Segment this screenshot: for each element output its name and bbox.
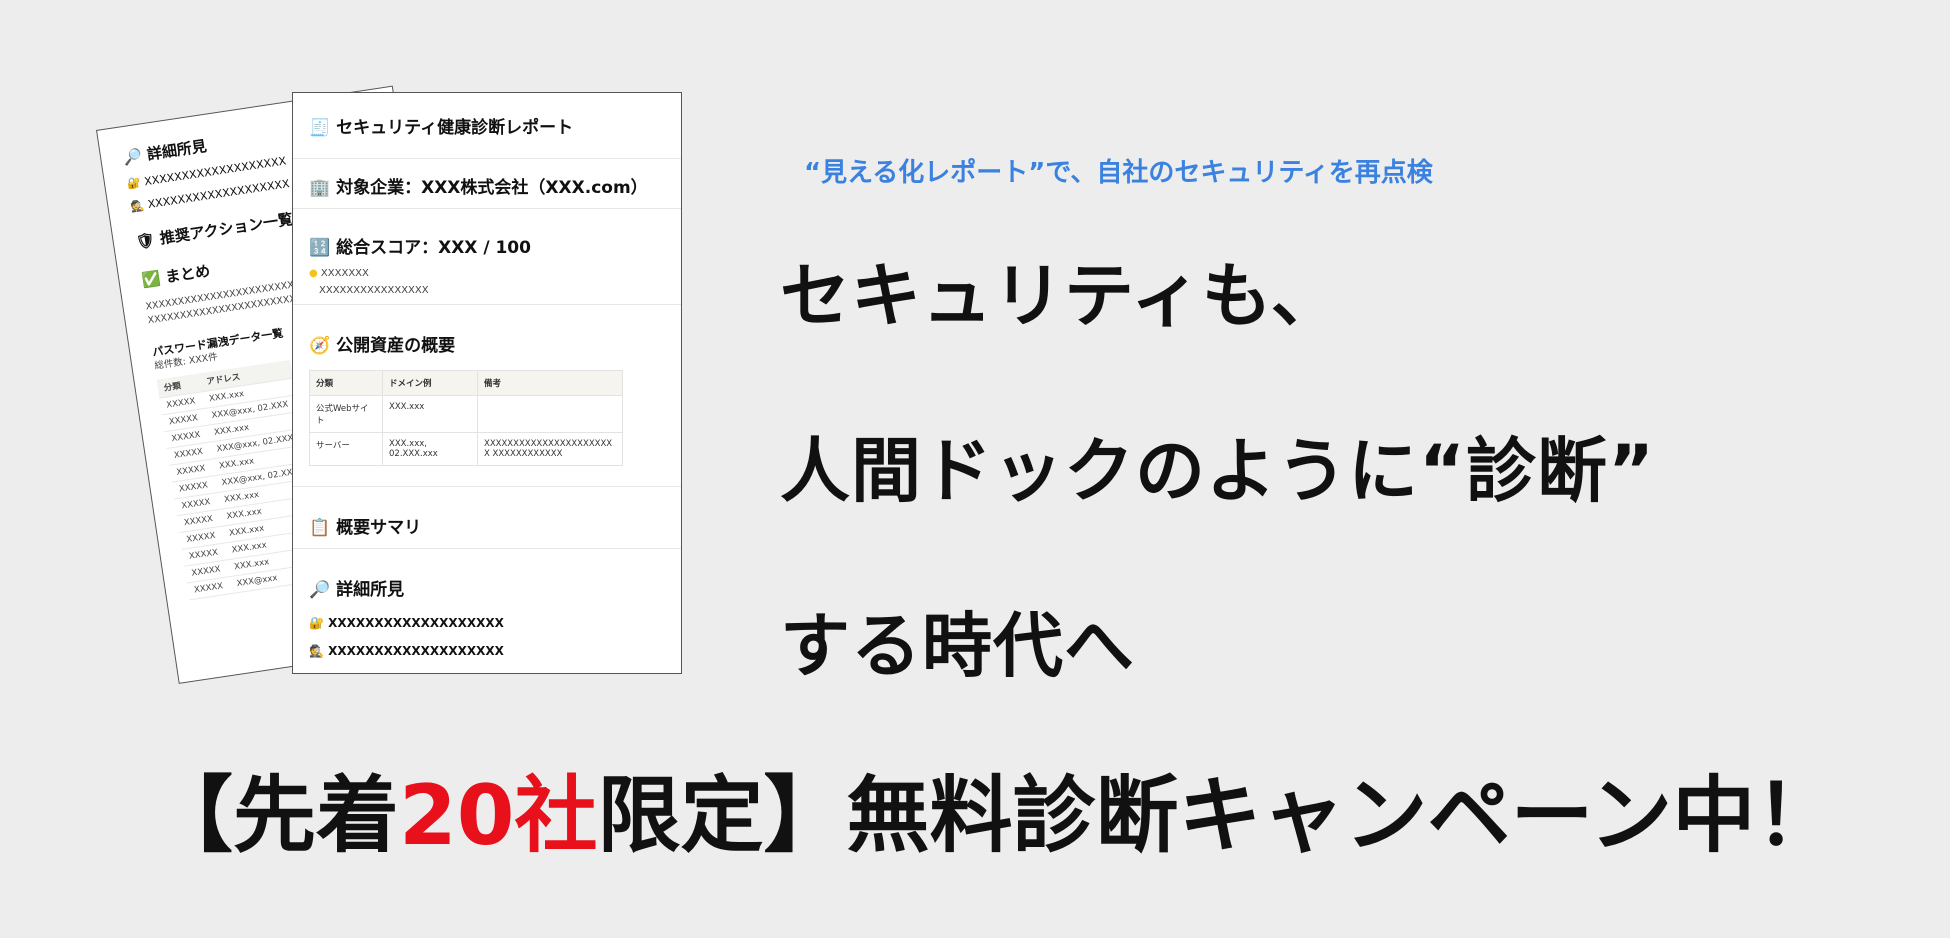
assets-section: 🧭 公開資産の概要 分類 ドメイン例 備考 公式Webサイト XXX.xxx サ… — [293, 305, 681, 487]
detail-item: 🕵 XXXXXXXXXXXXXXXXXXX — [309, 644, 504, 658]
report-preview-front: 🧾 セキュリティ健康診断レポート 🏢 対象企業：XXX株式会社（XXX.com）… — [292, 92, 682, 674]
score-detail: XXXXXXXXXXXXXXXX — [319, 285, 429, 296]
table-header: 備考 — [477, 370, 623, 396]
overview-section: 📋 概要サマリ — [293, 487, 681, 549]
table-cell: XXXXXXXXXXXXXXXXXXXXXXX XXXXXXXXXXXX — [477, 432, 623, 466]
tagline: “見える化レポート”で、自社のセキュリティを再点検 — [804, 158, 1433, 188]
headline-line-1: セキュリティも、 — [780, 255, 1342, 337]
shield-icon: 🛡 — [134, 230, 157, 252]
lock-icon: 🔐 — [126, 176, 142, 191]
company-line: 🏢 対象企業：XXX株式会社（XXX.com） — [309, 178, 648, 198]
table-header: 分類 — [309, 370, 383, 396]
table-row: サーバー XXX.xxx, 02.XXX.xxx XXXXXXXXXXXXXXX… — [309, 432, 623, 466]
table-row: 公式Webサイト XXX.xxx — [309, 395, 623, 433]
magnifier-icon: 🔎 — [122, 146, 144, 168]
document-icon: 🧾 — [309, 118, 331, 138]
check-icon: ✅ — [140, 269, 162, 290]
score-line: 🔢 総合スコア：XXX / 100 — [309, 238, 531, 258]
table-cell: 公式Webサイト — [309, 395, 383, 433]
building-icon: 🏢 — [309, 178, 331, 198]
headline-line-2: 人間ドックのように“診断” — [780, 430, 1656, 512]
report-title-section: 🧾 セキュリティ健康診断レポート — [293, 93, 681, 159]
campaign-limit: 20社 — [399, 767, 598, 864]
compass-icon: 🧭 — [309, 336, 331, 356]
table-cell — [477, 395, 623, 433]
detective-icon: 🕵 — [309, 644, 324, 658]
overview-heading: 📋 概要サマリ — [309, 518, 422, 538]
detail-section: 🔎 詳細所見 🔐 XXXXXXXXXXXXXXXXXXX 🕵 XXXXXXXXX… — [293, 549, 681, 658]
detail-heading: 🔎 詳細所見 — [309, 580, 405, 600]
company-section: 🏢 対象企業：XXX株式会社（XXX.com） — [293, 159, 681, 209]
report-title: 🧾 セキュリティ健康診断レポート — [309, 118, 574, 138]
table-cell: XXX.xxx — [382, 395, 478, 433]
campaign-banner: 【先着20社限定】無料診断キャンペーン中！ — [150, 748, 1838, 868]
assets-heading: 🧭 公開資産の概要 — [309, 336, 456, 356]
detail-item: 🔐 XXXXXXXXXXXXXXXXXXX — [309, 616, 504, 630]
table-cell: XXX.xxx, 02.XXX.xxx — [382, 432, 478, 466]
score-section: 🔢 総合スコア：XXX / 100 ● XXXXXXX XXXXXXXXXXXX… — [293, 209, 681, 305]
campaign-prefix: 【先着 — [150, 767, 399, 864]
lock-icon: 🔐 — [309, 616, 324, 630]
numbers-icon: 🔢 — [309, 238, 331, 258]
campaign-suffix: 限定】無料診断キャンペーン中！ — [597, 767, 1839, 864]
magnifier-icon: 🔎 — [309, 580, 331, 600]
assets-table: 分類 ドメイン例 備考 公式Webサイト XXX.xxx サーバー XXX.xx… — [309, 370, 623, 466]
table-header: ドメイン例 — [382, 370, 478, 396]
table-cell: サーバー — [309, 432, 383, 466]
clipboard-icon: 📋 — [309, 518, 331, 538]
score-item: ● XXXXXXX — [309, 268, 369, 279]
headline-line-3: する時代へ — [780, 605, 1135, 687]
detective-icon: 🕵 — [129, 198, 146, 214]
yellow-circle-icon: ● — [309, 268, 318, 279]
